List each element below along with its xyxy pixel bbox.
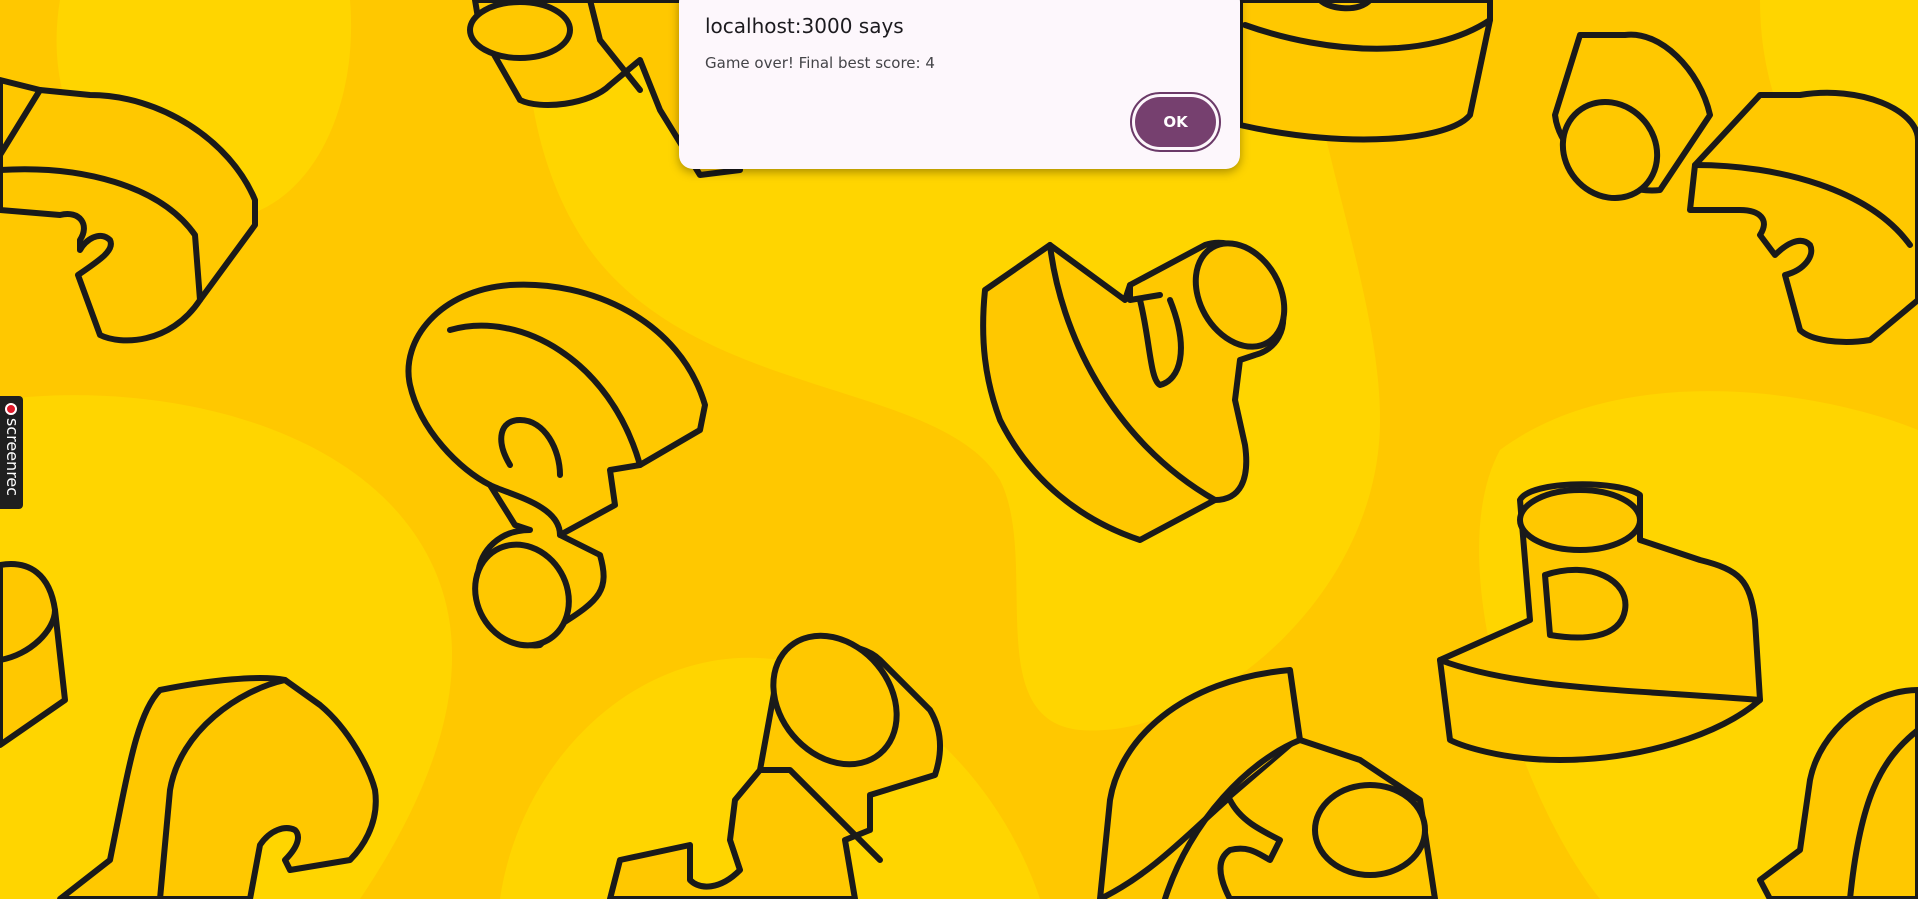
dialog-title: localhost:3000 says: [705, 14, 904, 38]
question-mark-icon: [405, 281, 708, 649]
dialog-message: Game over! Final best score: 4: [705, 54, 935, 72]
screenrec-widget[interactable]: screenrec: [0, 396, 23, 509]
ok-button-focus-ring[interactable]: OK: [1130, 92, 1221, 152]
alert-dialog: localhost:3000 says Game over! Final bes…: [679, 0, 1240, 169]
record-icon: [5, 403, 17, 415]
question-mark-icon: [1687, 89, 1918, 345]
ok-button[interactable]: OK: [1135, 97, 1216, 147]
browser-page: localhost:3000 says Game over! Final bes…: [0, 0, 1918, 899]
question-mark-icon: [1552, 31, 1713, 201]
screenrec-label: screenrec: [3, 418, 22, 497]
